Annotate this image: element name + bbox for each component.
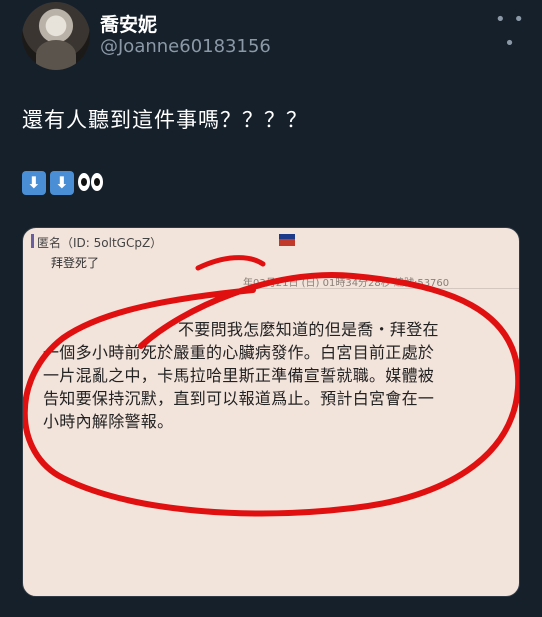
attached-image[interactable]: 匿名（ID: 5oltGCpZ） 拜登死了 年03月21日 (日) 01時34分… bbox=[22, 227, 520, 597]
eyes-icon bbox=[78, 173, 104, 193]
header-accent bbox=[31, 234, 34, 248]
flag-icon bbox=[279, 234, 295, 246]
more-options-button[interactable]: • • • bbox=[494, 8, 526, 54]
anon-post-header: 匿名（ID: 5oltGCpZ） bbox=[37, 236, 163, 250]
post-line: 告知要保持沉默，直到可以報道爲止。預計白宮會在一 bbox=[43, 389, 435, 408]
post-meta: 年03月21日 (日) 01時34分28秒 編號:53760 bbox=[243, 278, 450, 289]
anon-post-subtitle: 拜登死了 bbox=[51, 256, 100, 270]
post-line: 小時內解除警報。 bbox=[43, 412, 174, 431]
tweet-text: 還有人聽到這件事嗎？？？？ bbox=[22, 108, 308, 132]
tweet: 喬安妮 @Joanne60183156 • • • 還有人聽到這件事嗎？？？？ … bbox=[0, 0, 542, 617]
divider bbox=[243, 288, 519, 289]
post-line: 一片混亂之中，卡馬拉哈里斯正準備宣誓就職。媒體被 bbox=[43, 366, 435, 385]
down-arrow-icon: ⬇ bbox=[50, 171, 74, 195]
avatar[interactable] bbox=[22, 2, 90, 70]
post-line: 一個多小時前死於嚴重的心臟病發作。白宮目前正處於 bbox=[43, 343, 435, 362]
post-body: 不要問我怎麼知道的但是喬・拜登在 一個多小時前死於嚴重的心臟病發作。白宮目前正處… bbox=[43, 318, 513, 433]
emoji-row: ⬇ ⬇ bbox=[22, 170, 104, 196]
down-arrow-icon: ⬇ bbox=[22, 171, 46, 195]
user-handle[interactable]: @Joanne60183156 bbox=[100, 36, 271, 57]
display-name[interactable]: 喬安妮 bbox=[100, 10, 157, 37]
post-line: 不要問我怎麼知道的但是喬・拜登在 bbox=[178, 320, 439, 339]
